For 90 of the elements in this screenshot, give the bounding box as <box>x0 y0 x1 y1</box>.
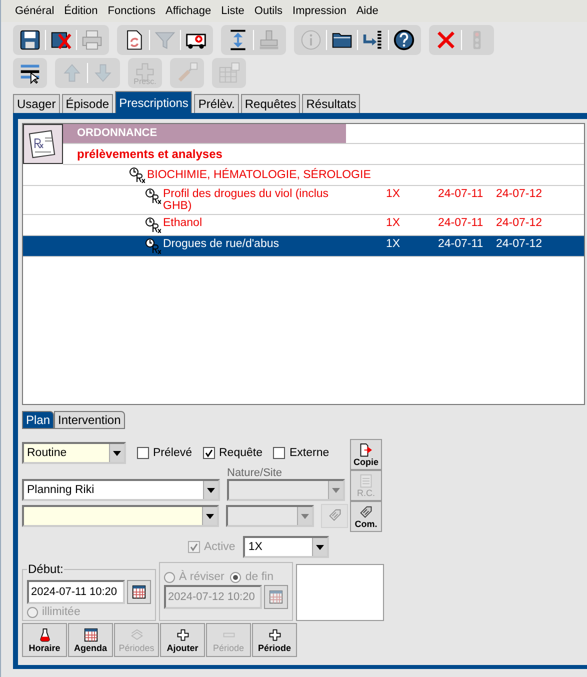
document-arrow-icon <box>359 442 373 456</box>
start-date-cell-text: 24-07-11 <box>438 238 484 250</box>
side-button[interactable]: Com. <box>350 501 382 532</box>
menu-item[interactable]: Aide <box>356 5 378 17</box>
checkbox[interactable]: Externe <box>273 447 330 459</box>
dropdown[interactable] <box>22 505 220 527</box>
caret-icon <box>206 514 214 518</box>
tab[interactable]: Épisode <box>62 94 114 113</box>
tab[interactable]: Requêtes <box>240 94 300 113</box>
tab[interactable]: Intervention <box>54 411 125 429</box>
end-date-cell-text: 24-07-12 <box>496 238 544 250</box>
priority-dropdown[interactable]: Routine <box>22 442 126 464</box>
group-label: BIOCHIMIE, HÉMATOLOGIE, SÉROLOGIE <box>147 169 371 181</box>
menu-item[interactable]: Général <box>15 5 54 17</box>
check-icon <box>189 542 199 552</box>
calendar-button[interactable] <box>127 580 151 604</box>
info-icon <box>300 29 322 51</box>
start-date-cell-text: 24-07-11 <box>438 188 484 200</box>
calendar-icon <box>84 628 98 642</box>
calendar-icon <box>269 590 283 604</box>
caret-icon <box>113 450 121 456</box>
arrow-steps-icon <box>362 29 384 51</box>
test-name: Drogues de rue/d'abus <box>163 238 280 250</box>
tab[interactable]: Prélèv. <box>194 94 239 113</box>
prescription-subtitle: prélèvements et analyses <box>77 147 222 161</box>
caret-icon <box>332 488 340 492</box>
flask-icon <box>38 628 52 642</box>
list-icon <box>359 474 373 488</box>
syringe-icon <box>176 62 198 84</box>
caret-icon <box>207 488 215 492</box>
help-icon <box>393 29 415 51</box>
tag-icon <box>328 508 342 522</box>
tab[interactable]: Plan <box>22 411 54 429</box>
printer-icon <box>81 29 103 51</box>
frequency-cell-text: 1X <box>386 188 402 200</box>
menu-item[interactable]: Affichage <box>165 5 212 17</box>
plus-icon <box>134 60 156 82</box>
checkbox[interactable]: Prélevé <box>137 447 192 459</box>
plus-icon <box>268 628 282 642</box>
test-name: Ethanol <box>163 217 204 229</box>
check-icon <box>204 448 214 458</box>
menu-item[interactable]: Fonctions <box>108 5 156 17</box>
grid-plus-icon <box>218 62 240 84</box>
frequency-dropdown[interactable]: 1X <box>243 536 330 558</box>
prescription-title: ORDONNANCE <box>63 124 346 143</box>
tab[interactable]: Usager <box>13 94 60 113</box>
frequency-cell-text: 1X <box>386 238 402 250</box>
action-button[interactable]: Période <box>252 623 297 657</box>
caret-icon <box>316 544 324 550</box>
action-button[interactable]: Ajouter <box>160 623 205 657</box>
nature-site-label: Nature/Site <box>227 467 284 479</box>
start-label: Début: <box>27 562 64 576</box>
test-name: Profil des drogues du viol (inclus GHB) <box>163 188 330 212</box>
planning-dropdown[interactable]: Planning Riki <box>22 479 220 501</box>
funnel-icon <box>154 29 176 51</box>
menu-item[interactable]: Liste <box>221 5 244 17</box>
action-button[interactable]: Horaire <box>22 623 67 657</box>
prescription-row[interactable]: Drogues de rue/d'abus 1X 24-07-11 24-07-12 <box>23 236 584 257</box>
tag-button[interactable] <box>321 504 348 528</box>
notes-field[interactable] <box>296 564 384 621</box>
prescription-row[interactable]: Profil des drogues du viol (inclus GHB) 1X 24-07-11 24-07-12 <box>23 186 584 215</box>
clock-rx-icon <box>145 188 161 204</box>
stamp-icon <box>258 29 280 51</box>
down-arrow-icon <box>92 62 114 84</box>
end-date-cell-text: 24-07-12 <box>496 217 544 229</box>
floppy-cross-icon <box>50 29 72 51</box>
caret-icon <box>301 514 310 518</box>
start-date-cell-text: 24-07-11 <box>438 217 484 229</box>
tab[interactable]: Prescriptions <box>115 91 192 113</box>
clock-rx-icon <box>145 217 161 233</box>
dropdown[interactable] <box>226 505 314 527</box>
side-button[interactable]: Copie <box>350 439 382 470</box>
up-arrow-icon <box>61 62 83 84</box>
list-cursor-icon <box>19 62 41 84</box>
checkbox[interactable]: Requête <box>203 447 262 459</box>
stack-icon <box>130 628 144 642</box>
end-date-cell-text: 24-07-12 <box>496 188 544 200</box>
menu-item[interactable]: Outils <box>254 5 283 17</box>
tab[interactable]: Résultats <box>302 94 360 113</box>
plus-icon <box>176 628 190 642</box>
menu-item[interactable]: Impression <box>292 5 346 17</box>
start-date-field[interactable]: 2024-07-11 10:20 <box>27 580 125 604</box>
action-button[interactable]: Agenda <box>68 623 113 657</box>
frequency-cell-text: 1X <box>386 217 402 229</box>
close-icon <box>435 29 457 51</box>
menu-item[interactable]: Édition <box>64 5 98 17</box>
nature-site-dropdown[interactable] <box>227 479 345 501</box>
tag-icon <box>359 504 373 518</box>
clock-rx-icon <box>145 238 161 254</box>
calendar-icon <box>132 585 146 599</box>
